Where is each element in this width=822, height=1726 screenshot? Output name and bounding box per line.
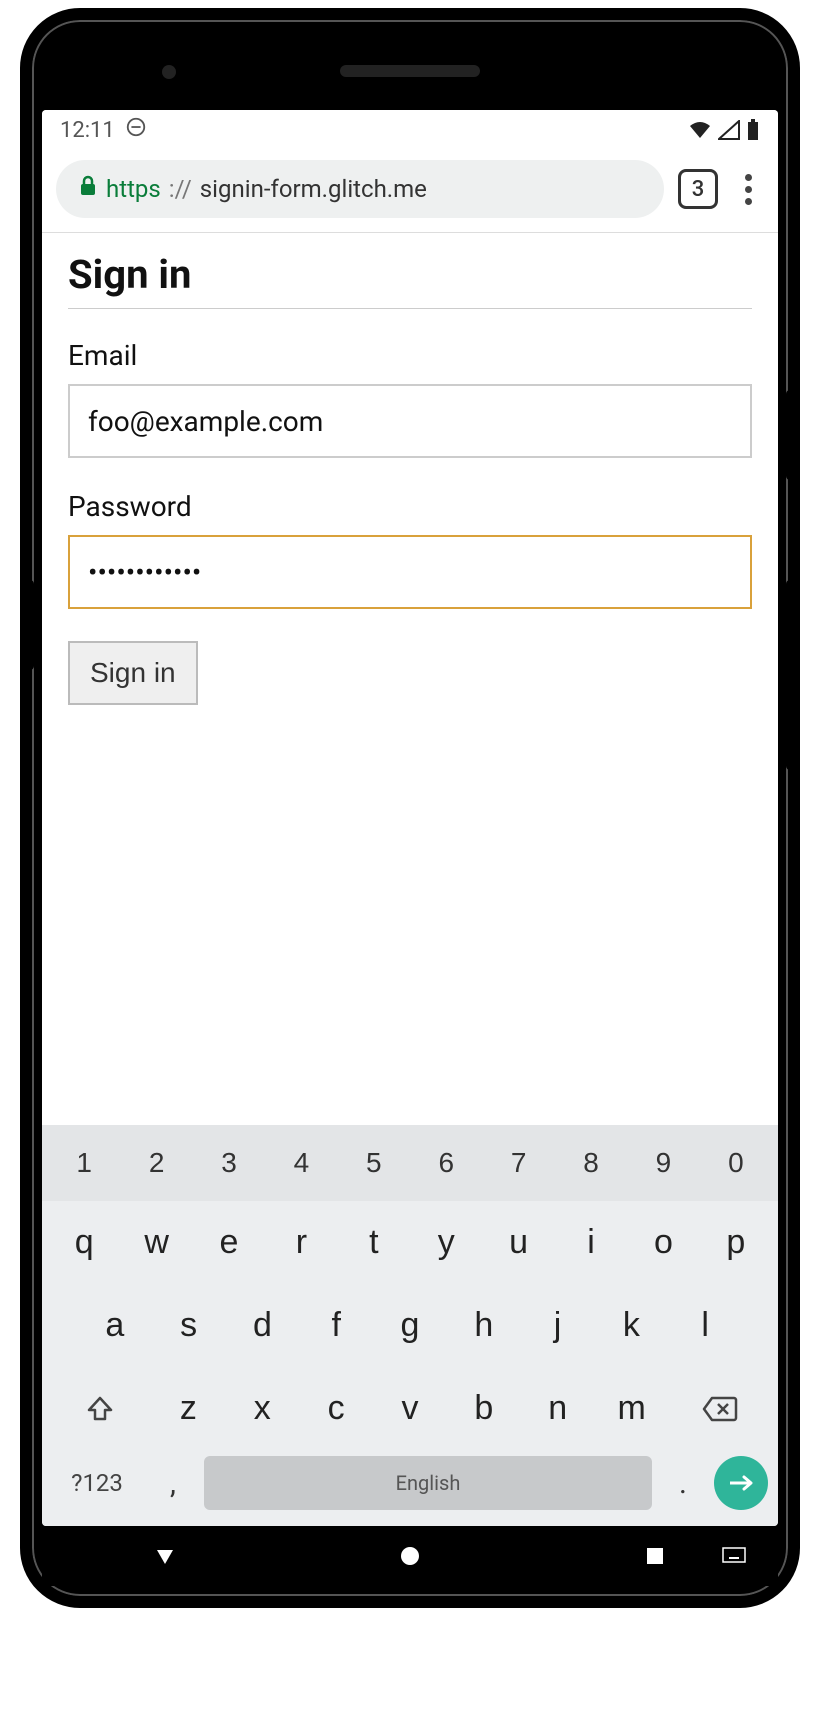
key-0[interactable]: 0: [700, 1133, 772, 1193]
key-r[interactable]: r: [265, 1209, 337, 1276]
key-i[interactable]: i: [555, 1209, 627, 1276]
key-l[interactable]: l: [668, 1292, 742, 1359]
keyboard-row-1: qwertyuiop: [42, 1201, 778, 1284]
key-o[interactable]: o: [627, 1209, 699, 1276]
key-7[interactable]: 7: [482, 1133, 554, 1193]
key-n[interactable]: n: [521, 1375, 595, 1442]
soft-keyboard: 1234567890 qwertyuiop asdfghjkl zxcvbnm …: [42, 1125, 778, 1526]
keyboard-row-3: zxcvbnm: [42, 1367, 778, 1450]
nav-back-button[interactable]: [135, 1544, 195, 1568]
key-z[interactable]: z: [151, 1375, 225, 1442]
key-j[interactable]: j: [521, 1292, 595, 1359]
volume-button: [786, 580, 794, 770]
spacebar-label: English: [396, 1471, 461, 1495]
battery-icon: [746, 119, 760, 141]
key-y[interactable]: y: [410, 1209, 482, 1276]
key-6[interactable]: 6: [410, 1133, 482, 1193]
power-button: [786, 390, 794, 480]
url-host: signin-form.glitch.me: [200, 175, 427, 203]
phone-frame: 12:11: [20, 8, 800, 1608]
email-label: Email: [68, 339, 752, 372]
url-scheme: https: [106, 175, 161, 203]
keyboard-bottom-row: ?123 , English .: [42, 1450, 778, 1520]
nav-keyboard-switch-button[interactable]: [704, 1547, 764, 1565]
key-e[interactable]: e: [193, 1209, 265, 1276]
key-f[interactable]: f: [299, 1292, 373, 1359]
key-h[interactable]: h: [447, 1292, 521, 1359]
browser-toolbar: https :// signin-form.glitch.me 3: [42, 150, 778, 233]
period-key[interactable]: .: [658, 1466, 708, 1501]
email-field-group: Email: [68, 339, 752, 458]
page-title: Sign in: [68, 251, 752, 309]
keyboard-row-2: asdfghjkl: [42, 1284, 778, 1367]
key-1[interactable]: 1: [48, 1133, 120, 1193]
keyboard-number-row: 1234567890: [42, 1125, 778, 1201]
key-x[interactable]: x: [225, 1375, 299, 1442]
side-button: [26, 580, 34, 670]
key-g[interactable]: g: [373, 1292, 447, 1359]
password-field-group: Password: [68, 490, 752, 609]
key-p[interactable]: p: [700, 1209, 772, 1276]
status-time: 12:11: [60, 118, 115, 143]
tab-switcher-button[interactable]: 3: [678, 169, 718, 209]
password-input[interactable]: [68, 535, 752, 609]
key-c[interactable]: c: [299, 1375, 373, 1442]
nav-recents-button[interactable]: [625, 1546, 685, 1566]
url-bar[interactable]: https :// signin-form.glitch.me: [56, 160, 664, 218]
key-u[interactable]: u: [482, 1209, 554, 1276]
shift-key[interactable]: [48, 1394, 151, 1424]
key-q[interactable]: q: [48, 1209, 120, 1276]
key-b[interactable]: b: [447, 1375, 521, 1442]
wifi-icon: [688, 120, 712, 140]
key-w[interactable]: w: [120, 1209, 192, 1276]
browser-menu-button[interactable]: [732, 174, 764, 205]
nav-home-button[interactable]: [380, 1545, 440, 1567]
lock-icon: [78, 175, 98, 203]
status-bar: 12:11: [42, 110, 778, 150]
key-d[interactable]: d: [226, 1292, 300, 1359]
dnd-icon: [125, 116, 147, 144]
front-camera: [162, 65, 176, 79]
page-content: Sign in Email Password Sign in: [42, 233, 778, 1125]
key-5[interactable]: 5: [338, 1133, 410, 1193]
key-v[interactable]: v: [373, 1375, 447, 1442]
url-separator: ://: [169, 175, 192, 203]
key-a[interactable]: a: [78, 1292, 152, 1359]
backspace-key[interactable]: [669, 1395, 772, 1423]
key-4[interactable]: 4: [265, 1133, 337, 1193]
key-s[interactable]: s: [152, 1292, 226, 1359]
spacebar-key[interactable]: English: [204, 1456, 652, 1510]
signin-button[interactable]: Sign in: [68, 641, 198, 705]
android-nav-bar: [42, 1526, 778, 1586]
symbols-key[interactable]: ?123: [52, 1469, 142, 1497]
cell-signal-icon: [718, 120, 740, 140]
enter-key[interactable]: [714, 1456, 768, 1510]
key-2[interactable]: 2: [120, 1133, 192, 1193]
key-9[interactable]: 9: [627, 1133, 699, 1193]
key-t[interactable]: t: [338, 1209, 410, 1276]
comma-key[interactable]: ,: [148, 1466, 198, 1501]
tab-count-label: 3: [692, 177, 705, 202]
key-k[interactable]: k: [594, 1292, 668, 1359]
key-8[interactable]: 8: [555, 1133, 627, 1193]
key-m[interactable]: m: [595, 1375, 669, 1442]
phone-speaker: [340, 65, 480, 77]
password-label: Password: [68, 490, 752, 523]
email-input[interactable]: [68, 384, 752, 458]
key-3[interactable]: 3: [193, 1133, 265, 1193]
